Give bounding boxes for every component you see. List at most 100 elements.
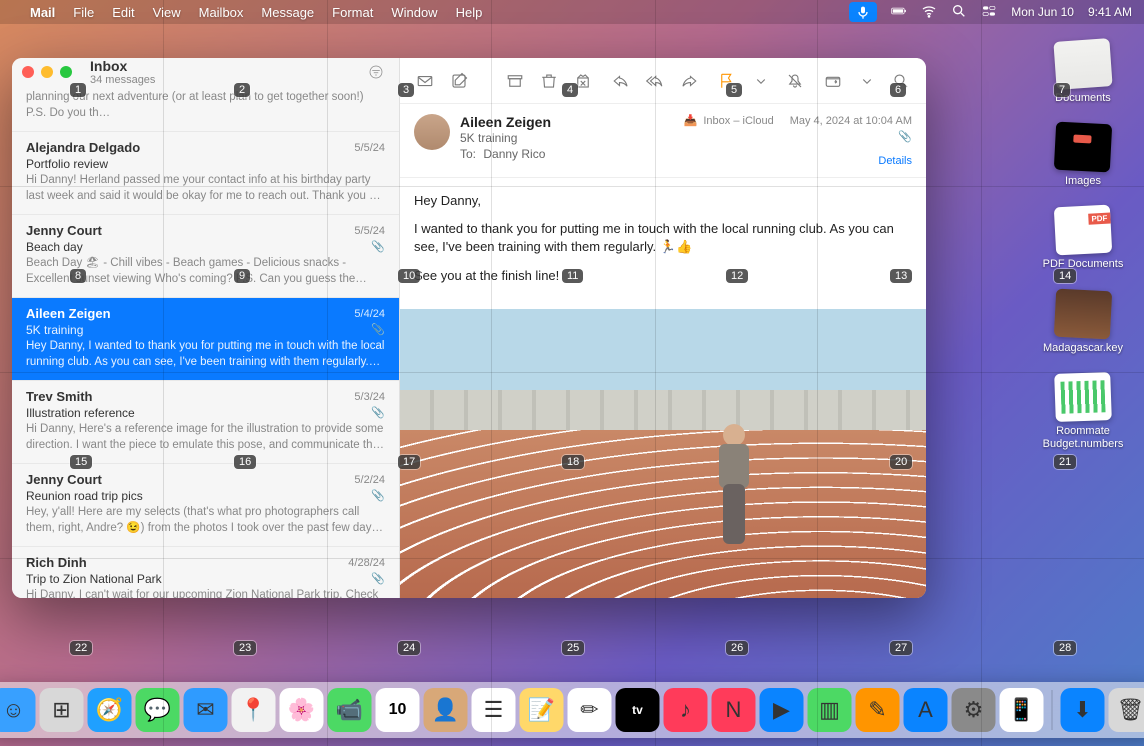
flag-icon[interactable] xyxy=(716,70,738,92)
trash-icon[interactable] xyxy=(538,70,560,92)
archive-icon[interactable] xyxy=(504,70,526,92)
dock-music-icon[interactable]: ♪ xyxy=(664,688,708,732)
dock-iphone-icon[interactable]: 📱 xyxy=(1000,688,1044,732)
message-from: Jenny Court xyxy=(26,472,102,487)
menu-window[interactable]: Window xyxy=(391,5,437,20)
dock-maps-icon[interactable]: 📍 xyxy=(232,688,276,732)
grid-marker: 26 xyxy=(726,641,748,655)
message-row[interactable]: Jenny Court 5/5/24 Beach day 📎 Beach Day… xyxy=(12,215,399,298)
search-icon[interactable] xyxy=(890,70,912,92)
message-row[interactable]: Rich Dinh 4/28/24 Trip to Zion National … xyxy=(12,547,399,598)
message-row[interactable]: Alejandra Delgado 5/5/24 Portfolio revie… xyxy=(12,132,399,215)
forward-icon[interactable] xyxy=(678,70,700,92)
dock-pages-icon[interactable]: ✎ xyxy=(856,688,900,732)
desktop-item-label: Images xyxy=(1065,175,1101,188)
attachment-icon: 📎 xyxy=(371,240,385,253)
flag-dropdown-icon[interactable] xyxy=(750,70,772,92)
desktop-item[interactable]: Documents xyxy=(1038,40,1128,105)
move-dropdown-icon[interactable] xyxy=(856,70,878,92)
mute-icon[interactable] xyxy=(784,70,806,92)
reply-all-icon[interactable] xyxy=(644,70,666,92)
desktop-item-label: Madagascar.key xyxy=(1043,342,1123,355)
sender-avatar[interactable] xyxy=(414,114,450,150)
message-list: Inbox 34 messages planning our next adve… xyxy=(12,58,400,598)
dock-launchpad-icon[interactable]: ⊞ xyxy=(40,688,84,732)
message-row[interactable]: Aileen Zeigen 5/4/24 5K training 📎 Hey D… xyxy=(12,298,399,381)
viewer-toolbar xyxy=(400,58,926,104)
zoom-button[interactable] xyxy=(60,66,72,78)
message-date: 5/4/24 xyxy=(354,308,385,320)
menu-edit[interactable]: Edit xyxy=(112,5,134,20)
desktop-item[interactable]: PDF Documents xyxy=(1038,206,1128,271)
dock-tv-icon[interactable]: tv xyxy=(616,688,660,732)
message-preview: Hey, y'all! Here are my selects (that's … xyxy=(26,505,385,536)
junk-icon[interactable] xyxy=(572,70,594,92)
new-message-icon[interactable] xyxy=(448,70,470,92)
dock-downloads-icon[interactable]: ⬇ xyxy=(1061,688,1105,732)
dock-numbers-icon[interactable]: ▥ xyxy=(808,688,852,732)
control-center-icon[interactable] xyxy=(981,3,997,22)
message-row[interactable]: planning our next adventure (or at least… xyxy=(12,86,399,132)
images-icon xyxy=(1054,122,1112,173)
grid-marker: 27 xyxy=(890,641,912,655)
message-date: 4/28/24 xyxy=(348,557,385,569)
compose-icon[interactable] xyxy=(414,70,436,92)
dock-freeform-icon[interactable]: ✏ xyxy=(568,688,612,732)
attachment-icon: 📎 xyxy=(371,572,385,585)
menu-view[interactable]: View xyxy=(153,5,181,20)
header-to: To: Danny Rico xyxy=(460,147,674,161)
embedded-image[interactable] xyxy=(400,309,926,598)
message-header: Aileen Zeigen 5K training To: Danny Rico… xyxy=(400,104,926,178)
dock-reminders-icon[interactable]: ☰ xyxy=(472,688,516,732)
desktop-item[interactable]: Images xyxy=(1038,123,1128,188)
folder-icon xyxy=(1053,38,1112,90)
dock-separator xyxy=(1052,690,1053,730)
dock-safari-icon[interactable]: 🧭 xyxy=(88,688,132,732)
dock-photos-icon[interactable]: 🌸 xyxy=(280,688,324,732)
dock-contacts-icon[interactable]: 👤 xyxy=(424,688,468,732)
dock-mail-icon[interactable]: ✉ xyxy=(184,688,228,732)
message-subject: Illustration reference xyxy=(26,406,135,420)
attachment-icon: 📎 xyxy=(371,323,385,336)
mic-indicator-icon[interactable] xyxy=(849,2,877,22)
move-icon[interactable] xyxy=(822,70,844,92)
dock-trash-icon[interactable]: 🗑 xyxy=(1109,688,1144,732)
menu-file[interactable]: File xyxy=(73,5,94,20)
menu-help[interactable]: Help xyxy=(456,5,483,20)
spotlight-icon[interactable] xyxy=(951,3,967,22)
message-row[interactable]: Jenny Court 5/2/24 Reunion road trip pic… xyxy=(12,464,399,547)
dock-keynote-icon[interactable]: ▶ xyxy=(760,688,804,732)
wifi-icon[interactable] xyxy=(921,3,937,22)
attachment-icon: 📎 xyxy=(371,489,385,502)
minimize-button[interactable] xyxy=(41,66,53,78)
menubar-date[interactable]: Mon Jun 10 xyxy=(1011,5,1074,19)
grid-marker: 23 xyxy=(234,641,256,655)
reply-icon[interactable] xyxy=(610,70,632,92)
close-button[interactable] xyxy=(22,66,34,78)
dock-news-icon[interactable]: N xyxy=(712,688,756,732)
message-from: Jenny Court xyxy=(26,223,102,238)
dock-calendar-icon[interactable]: 10 xyxy=(376,688,420,732)
dock-facetime-icon[interactable]: 📹 xyxy=(328,688,372,732)
desktop-item-label: PDF Documents xyxy=(1043,258,1124,271)
desktop-item[interactable]: Roommate Budget.numbers xyxy=(1038,373,1128,451)
dock-settings-icon[interactable]: ⚙ xyxy=(952,688,996,732)
desktop-item[interactable]: Madagascar.key xyxy=(1038,290,1128,355)
menubar-time[interactable]: 9:41 AM xyxy=(1088,5,1132,19)
message-subject: Reunion road trip pics xyxy=(26,489,143,503)
message-row[interactable]: Trev Smith 5/3/24 Illustration reference… xyxy=(12,381,399,464)
dock-messages-icon[interactable]: 💬 xyxy=(136,688,180,732)
details-link[interactable]: Details xyxy=(684,155,912,167)
menu-format[interactable]: Format xyxy=(332,5,373,20)
app-menu[interactable]: Mail xyxy=(30,5,55,20)
message-subject: Portfolio review xyxy=(26,157,108,171)
dock-appstore-icon[interactable]: A xyxy=(904,688,948,732)
dock-finder-icon[interactable]: ☺ xyxy=(0,688,36,732)
numbers-icon xyxy=(1054,372,1112,422)
filter-icon[interactable] xyxy=(363,61,389,83)
dock-notes-icon[interactable]: 📝 xyxy=(520,688,564,732)
battery-icon[interactable] xyxy=(891,3,907,22)
desktop-icons: Documents Images PDF Documents Madagasca… xyxy=(1038,40,1128,451)
menu-mailbox[interactable]: Mailbox xyxy=(199,5,244,20)
menu-message[interactable]: Message xyxy=(261,5,314,20)
